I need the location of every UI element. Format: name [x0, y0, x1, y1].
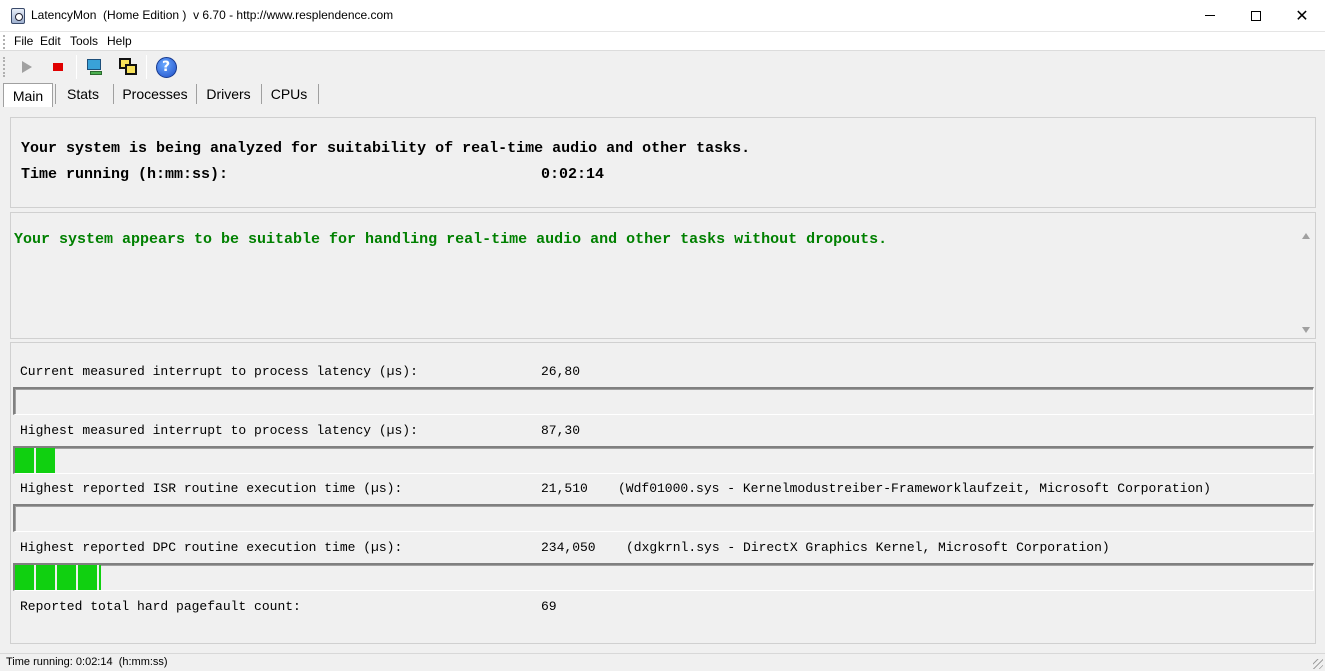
time-running-value: 0:02:14 — [541, 166, 605, 183]
tab-strip: Main Stats Processes Drivers CPUs — [0, 82, 1325, 107]
stop-button[interactable] — [46, 55, 70, 79]
help-button[interactable]: ? — [154, 55, 178, 79]
tab-separator — [261, 84, 262, 104]
resize-grip-icon[interactable] — [1313, 659, 1323, 669]
menubar-grip — [3, 35, 5, 49]
menu-edit[interactable]: Edit — [40, 34, 61, 48]
verdict-text: Your system appears to be suitable for h… — [14, 231, 888, 248]
scroll-down-icon[interactable] — [1302, 327, 1310, 333]
dpc-time-bar — [13, 563, 1314, 591]
help-icon: ? — [155, 56, 177, 78]
isr-time-value: 21,510 — [541, 481, 588, 496]
close-button[interactable]: ✕ — [1279, 0, 1325, 31]
highest-latency-label: Highest measured interrupt to process la… — [20, 423, 418, 438]
summary-panel: Your system is being analyzed for suitab… — [10, 117, 1316, 208]
start-button[interactable] — [15, 55, 39, 79]
close-icon: ✕ — [1295, 5, 1309, 25]
minimize-button[interactable] — [1187, 0, 1233, 31]
pagefault-label: Reported total hard pagefault count: — [20, 599, 301, 614]
current-latency-value: 26,80 — [541, 364, 581, 379]
menu-help[interactable]: Help — [107, 34, 132, 48]
tab-separator — [196, 84, 197, 104]
highest-latency-value: 87,30 — [541, 423, 581, 438]
current-latency-label: Current measured interrupt to process la… — [20, 364, 418, 379]
minimize-icon — [1205, 15, 1215, 16]
menu-tools[interactable]: Tools — [70, 34, 98, 48]
tab-processes[interactable]: Processes — [117, 82, 193, 106]
title-bar: LatencyMon (Home Edition ) v 6.70 - http… — [0, 0, 1325, 32]
dpc-time-label: Highest reported DPC routine execution t… — [20, 540, 403, 555]
scroll-up-icon[interactable] — [1302, 233, 1310, 239]
windows-button[interactable] — [116, 55, 140, 79]
monitor-button[interactable] — [83, 55, 107, 79]
verdict-scrollbar[interactable] — [1298, 213, 1315, 338]
time-running-label: Time running (h:mm:ss): — [21, 166, 229, 183]
verdict-panel: Your system appears to be suitable for h… — [10, 212, 1316, 339]
tab-cpus[interactable]: CPUs — [264, 82, 314, 106]
menu-file[interactable]: File — [14, 34, 33, 48]
monitor-icon — [85, 57, 105, 77]
metrics-panel: Current measured interrupt to process la… — [10, 342, 1316, 644]
toolbar-separator — [76, 55, 77, 79]
dpc-driver-source: (dxgkrnl.sys - DirectX Graphics Kernel, … — [626, 540, 1110, 555]
window-title: LatencyMon (Home Edition ) v 6.70 - http… — [31, 8, 394, 22]
isr-time-label: Highest reported ISR routine execution t… — [20, 481, 403, 496]
app-icon — [11, 8, 25, 24]
isr-time-bar — [13, 504, 1314, 532]
toolbar-separator — [146, 55, 147, 79]
status-text: Time running: 0:02:14 (h:mm:ss) — [6, 656, 168, 668]
play-icon — [22, 61, 32, 73]
analysis-status-text: Your system is being analyzed for suitab… — [21, 140, 751, 157]
stop-icon — [53, 63, 63, 71]
windows-icon — [118, 57, 138, 77]
dpc-time-bar-fill — [15, 565, 101, 590]
status-bar: Time running: 0:02:14 (h:mm:ss) — [0, 653, 1325, 671]
tab-main[interactable]: Main — [3, 83, 53, 107]
toolbar: ? — [0, 51, 1325, 82]
maximize-icon — [1251, 10, 1261, 21]
tab-separator — [113, 84, 114, 104]
current-latency-bar — [13, 387, 1314, 415]
tab-separator — [55, 84, 56, 104]
tab-stats[interactable]: Stats — [58, 82, 108, 106]
pagefault-value: 69 — [541, 599, 557, 614]
tab-drivers[interactable]: Drivers — [199, 82, 258, 106]
menu-bar: File Edit Tools Help — [0, 32, 1325, 51]
highest-latency-bar-fill — [15, 448, 56, 473]
tab-separator — [318, 84, 319, 104]
highest-latency-bar — [13, 446, 1314, 474]
dpc-time-value: 234,050 — [541, 540, 596, 555]
isr-driver-source: (Wdf01000.sys - Kernelmodustreiber-Frame… — [618, 481, 1211, 496]
maximize-button[interactable] — [1233, 0, 1279, 31]
toolbar-grip — [3, 57, 5, 77]
